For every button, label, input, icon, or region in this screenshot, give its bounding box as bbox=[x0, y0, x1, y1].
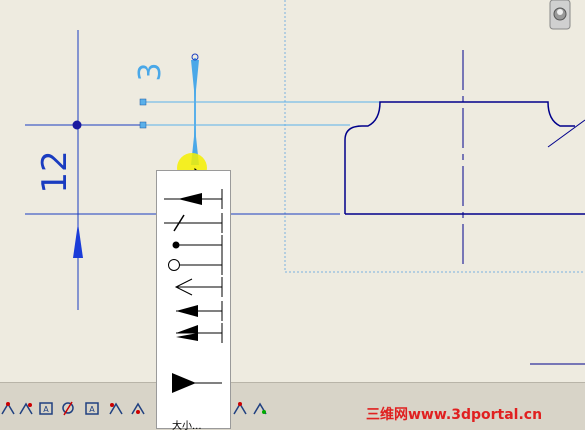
dimension-tool-icon[interactable] bbox=[60, 400, 77, 417]
datum-tool-icon[interactable]: A bbox=[38, 400, 55, 417]
watermark: 三维网www.3dportal.cn bbox=[366, 407, 543, 423]
datum-tool-icon[interactable]: A bbox=[84, 400, 101, 417]
arrow-style-filled-triangle-large[interactable] bbox=[160, 371, 226, 395]
dimension-tool-icon[interactable] bbox=[130, 400, 147, 417]
dimension-tool-icon[interactable] bbox=[108, 400, 125, 417]
scroll-up-icon[interactable] bbox=[549, 0, 571, 30]
dimension-tool-icon[interactable] bbox=[18, 400, 35, 417]
arrow-style-filled-arrow[interactable] bbox=[160, 187, 226, 211]
size-option[interactable]: 大小... bbox=[172, 417, 202, 432]
dimension-12-text: 12 bbox=[35, 150, 75, 193]
dimension-tool-icon[interactable] bbox=[252, 400, 269, 417]
arrow-style-open-arrow[interactable] bbox=[160, 275, 226, 299]
dimension-tool-icon[interactable] bbox=[0, 400, 17, 417]
dimension-3-text: 3 bbox=[133, 62, 168, 81]
svg-text:A: A bbox=[89, 405, 95, 414]
arrow-style-half-arrow[interactable] bbox=[160, 321, 226, 345]
drawing-canvas[interactable]: 12 3 bbox=[0, 0, 585, 429]
arrow-style-slash-tick[interactable] bbox=[160, 211, 226, 235]
dimension-tool-icon[interactable] bbox=[232, 400, 249, 417]
arrow-style-filled-arrow-small[interactable] bbox=[160, 299, 226, 323]
arrow-style-menu: 大小... bbox=[156, 170, 231, 432]
arrow-style-open-circle[interactable] bbox=[160, 253, 226, 277]
svg-text:A: A bbox=[43, 405, 49, 414]
